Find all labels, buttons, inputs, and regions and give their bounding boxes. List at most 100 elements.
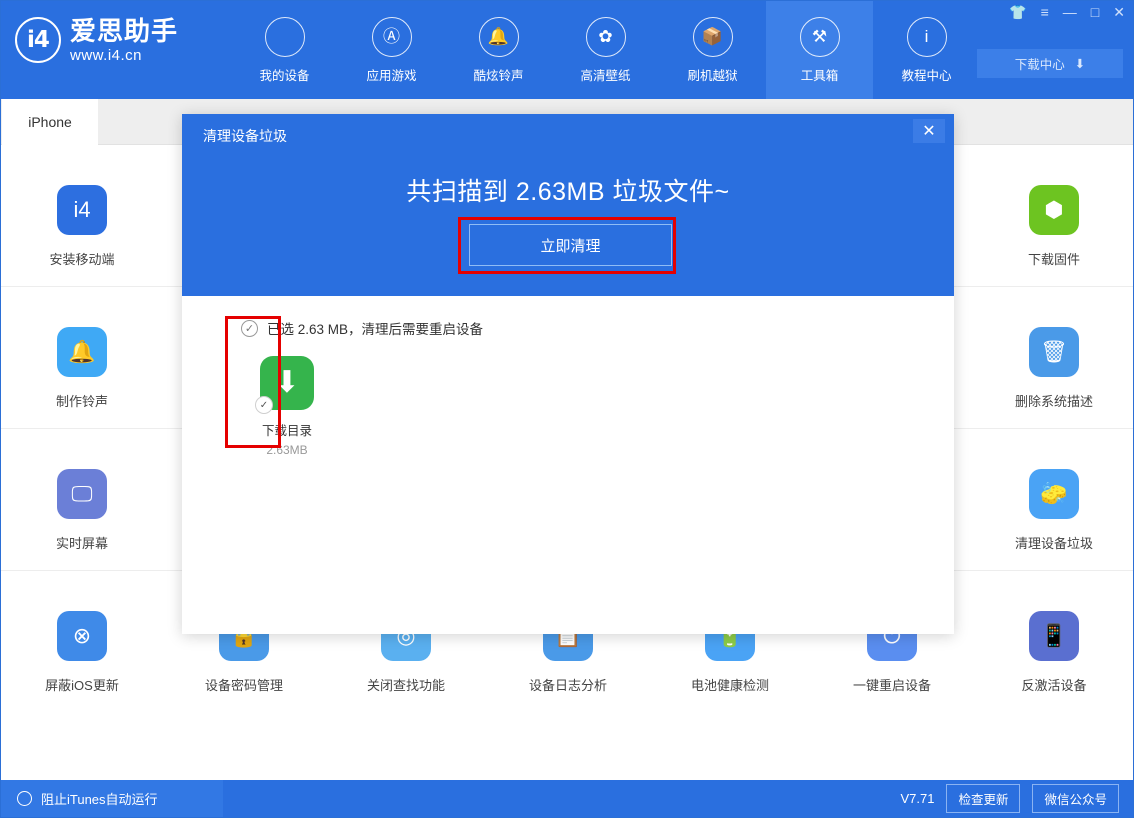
selection-summary-label: 已选 2.63 MB，清理后需要重启设备 xyxy=(267,322,484,337)
dialog-header: 清理设备垃圾 ✕ 共扫描到 2.63MB 垃圾文件~ 立即清理 xyxy=(182,114,954,296)
nav-item-flower[interactable]: ✿ 高清壁纸 xyxy=(552,1,659,99)
tool-label: 电池健康检测 xyxy=(690,678,769,693)
tool-label: 制作铃声 xyxy=(55,394,108,409)
i4-app-icon-glyph: i4 xyxy=(73,197,91,222)
selection-summary[interactable]: ✓ 已选 2.63 MB，清理后需要重启设备 xyxy=(241,318,483,338)
brand-name: 爱思助手 xyxy=(70,15,179,46)
tool-ringtone[interactable]: 🔔 制作铃声 xyxy=(1,287,163,428)
brand-url: www.i4.cn xyxy=(70,46,143,64)
close-icon[interactable]: ✕ xyxy=(1113,5,1125,19)
junk-file-item[interactable]: ⬇ ✓ 下载目录 2.63MB xyxy=(239,356,335,457)
tool-i4-app[interactable]: i4 安装移动端 xyxy=(1,145,163,286)
nav-item-openbox[interactable]: 📦 刷机越狱 xyxy=(659,1,766,99)
i4-app-icon: i4 xyxy=(57,185,107,235)
skin-icon[interactable]: 👕 xyxy=(1009,5,1026,19)
nav-item-appstore[interactable]: Ⓐ 应用游戏 xyxy=(338,1,445,99)
block-update-icon: ⊗ xyxy=(57,611,107,661)
openbox-icon-glyph: 📦 xyxy=(701,27,724,46)
block-itunes-label: 阻止iTunes自动运行 xyxy=(41,792,158,807)
tool-label: 屏蔽iOS更新 xyxy=(45,678,119,693)
app-header: i4 爱思助手 www.i4.cn 我的设备 Ⓐ 应用游戏 🔔 酷炫铃声 ✿ 高清壁纸 📦 刷机… xyxy=(1,1,1133,99)
delete-icon: 🗑 xyxy=(1029,327,1079,377)
check-update-button[interactable]: 检查更新 xyxy=(946,784,1021,813)
download-folder-icon: ⬇ ✓ xyxy=(255,356,314,414)
tool-block-update[interactable]: ⊗ 屏蔽iOS更新 xyxy=(1,571,163,713)
screen-icon: 🖵 xyxy=(57,469,107,519)
dialog-close-button[interactable]: ✕ xyxy=(913,119,945,143)
tool-clean[interactable]: 🧽 清理设备垃圾 xyxy=(973,429,1133,570)
tools-icon-glyph: ⚒ xyxy=(811,27,828,46)
tab-iphone-label: iPhone xyxy=(28,114,72,130)
nav-item-label: 酷炫铃声 xyxy=(473,68,524,83)
tool-screen[interactable]: 🖵 实时屏幕 xyxy=(1,429,163,570)
bell-icon-glyph: 🔔 xyxy=(487,27,510,46)
radio-icon xyxy=(17,791,32,806)
version-label: V7.71 xyxy=(900,791,935,806)
menu-icon[interactable]: ≡ xyxy=(1041,5,1049,19)
nav-item-label: 教程中心 xyxy=(901,68,952,83)
scan-result-text: 共扫描到 2.63MB 垃圾文件~ xyxy=(406,178,730,206)
deactivate-icon: 📱 xyxy=(1029,611,1079,661)
screen-icon-glyph: 🖵 xyxy=(71,481,93,506)
tool-label: 删除系统描述 xyxy=(1014,394,1093,409)
tool-delete[interactable]: 🗑 删除系统描述 xyxy=(973,287,1133,428)
nav-item-label: 工具箱 xyxy=(800,68,839,83)
nav-item-bell[interactable]: 🔔 酷炫铃声 xyxy=(445,1,552,99)
nav-item-tools[interactable]: ⚒ 工具箱 xyxy=(766,1,873,99)
bell-icon: 🔔 xyxy=(478,16,519,57)
brand-text: 爱思助手 www.i4.cn xyxy=(70,18,178,63)
appstore-icon-glyph: Ⓐ xyxy=(383,27,400,46)
delete-icon-glyph: 🗑 xyxy=(1040,339,1068,364)
brand-logo[interactable]: i4 爱思助手 www.i4.cn xyxy=(15,17,178,63)
block-update-icon-glyph: ⊗ xyxy=(72,623,92,648)
tools-icon: ⚒ xyxy=(799,16,840,57)
flower-icon-glyph: ✿ xyxy=(598,27,613,46)
tool-cube[interactable]: ⬢ 下载固件 xyxy=(973,145,1133,286)
tool-label: 清理设备垃圾 xyxy=(1014,536,1093,551)
download-center-button[interactable]: 下载中心 ⬇ xyxy=(977,49,1123,78)
nav-item-info[interactable]: i 教程中心 xyxy=(873,1,980,99)
block-itunes-toggle[interactable]: 阻止iTunes自动运行 xyxy=(1,780,223,817)
clean-now-label: 立即清理 xyxy=(540,237,601,255)
flower-icon: ✿ xyxy=(585,16,626,57)
main-nav: 我的设备 Ⓐ 应用游戏 🔔 酷炫铃声 ✿ 高清壁纸 📦 刷机越狱 ⚒ 工具箱 i 教程中心 xyxy=(231,1,980,99)
check-glyph: ✓ xyxy=(244,322,255,335)
item-check-glyph: ✓ xyxy=(259,399,269,411)
download-arrow-icon: ⬇ xyxy=(1074,57,1086,71)
download-center-label: 下载中心 xyxy=(1014,58,1065,72)
info-icon: i xyxy=(906,16,947,57)
junk-file-size: 2.63MB xyxy=(266,443,308,457)
status-bar: 阻止iTunes自动运行 V7.71 检查更新 微信公众号 xyxy=(1,780,1133,817)
openbox-icon: 📦 xyxy=(692,16,733,57)
tool-deactivate[interactable]: 📱 反激活设备 xyxy=(973,571,1133,713)
maximize-icon[interactable]: □ xyxy=(1091,5,1099,19)
nav-item-label: 我的设备 xyxy=(259,68,310,83)
tool-label: 下载固件 xyxy=(1027,252,1080,267)
item-checked-badge[interactable]: ✓ xyxy=(255,396,273,414)
tool-label: 一键重启设备 xyxy=(852,678,931,693)
dialog-body: ✓ 已选 2.63 MB，清理后需要重启设备 ⬇ ✓ 下载目录 2.63MB xyxy=(182,296,954,634)
cube-icon: ⬢ xyxy=(1029,185,1079,235)
ringtone-icon: 🔔 xyxy=(57,327,107,377)
tool-label: 安装移动端 xyxy=(49,252,115,267)
clean-junk-dialog: 清理设备垃圾 ✕ 共扫描到 2.63MB 垃圾文件~ 立即清理 ✓ 已选 2.6… xyxy=(182,114,954,634)
nav-item-label: 刷机越狱 xyxy=(687,68,738,83)
close-icon: ✕ xyxy=(922,123,936,140)
cube-icon-glyph: ⬢ xyxy=(1044,197,1064,222)
status-bar-right: V7.71 检查更新 微信公众号 xyxy=(900,784,1133,813)
window-controls: 👕 ≡ — □ ✕ xyxy=(1009,5,1125,19)
minimize-icon[interactable]: — xyxy=(1063,5,1077,19)
appstore-icon: Ⓐ xyxy=(371,16,412,57)
nav-item-apple[interactable]: 我的设备 xyxy=(231,1,338,99)
select-all-checkbox-icon[interactable]: ✓ xyxy=(241,319,258,337)
download-arrow-glyph: ⬇ xyxy=(274,366,300,399)
info-icon-glyph: i xyxy=(924,27,929,46)
i4-logo-icon: i4 xyxy=(15,17,61,63)
clean-now-button[interactable]: 立即清理 xyxy=(469,224,672,266)
tool-label: 设备日志分析 xyxy=(528,678,607,693)
tab-iphone[interactable]: iPhone xyxy=(2,99,98,145)
junk-file-name: 下载目录 xyxy=(261,424,312,438)
nav-item-label: 高清壁纸 xyxy=(580,68,631,83)
wechat-button[interactable]: 微信公众号 xyxy=(1032,784,1119,813)
apple-icon xyxy=(264,16,305,57)
